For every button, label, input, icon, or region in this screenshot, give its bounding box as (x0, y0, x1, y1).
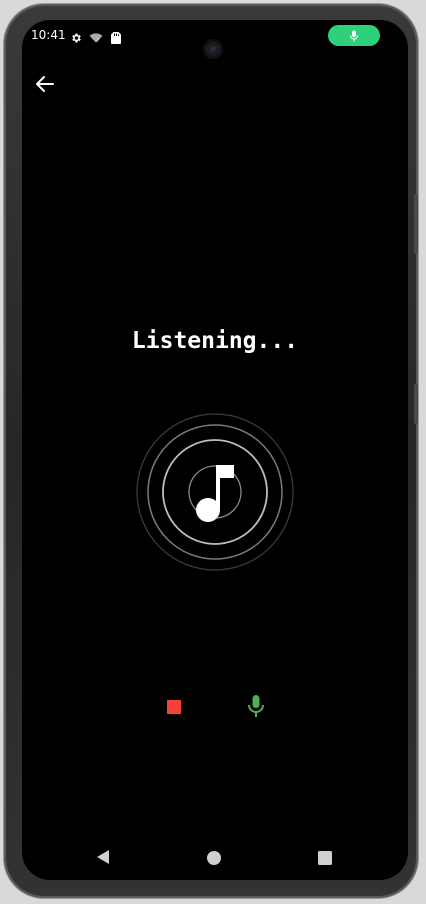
listening-animation (136, 413, 294, 571)
back-button[interactable] (33, 72, 57, 96)
power-button (414, 384, 418, 424)
mic-icon (248, 695, 264, 717)
front-camera (203, 39, 223, 59)
screen: 10:41 ? Listening... (22, 20, 408, 880)
navigation-bar (22, 840, 408, 874)
ring-middle (147, 424, 283, 560)
square-recents-icon (318, 851, 332, 865)
stop-button[interactable] (167, 700, 181, 714)
nav-recents-button[interactable] (318, 850, 332, 869)
ring-outer (136, 413, 294, 571)
phone-frame: 10:41 ? Listening... (4, 4, 418, 898)
nav-back-button[interactable] (96, 849, 110, 869)
gear-icon (70, 29, 82, 43)
status-time: 10:41 (31, 28, 66, 42)
svg-text:?: ? (97, 38, 100, 44)
volume-button (414, 194, 418, 254)
nav-home-button[interactable] (207, 850, 221, 869)
mic-button[interactable] (246, 694, 266, 718)
wifi-icon: ? (89, 29, 103, 44)
music-note-icon (196, 465, 234, 522)
arrow-left-icon (36, 76, 54, 92)
listening-title: Listening... (131, 328, 299, 354)
mic-icon (350, 30, 358, 41)
circle-home-icon (207, 851, 221, 865)
sim-card-icon (111, 29, 123, 44)
mic-indicator (328, 25, 380, 46)
triangle-back-icon (97, 850, 109, 864)
ring-inner (162, 439, 268, 545)
